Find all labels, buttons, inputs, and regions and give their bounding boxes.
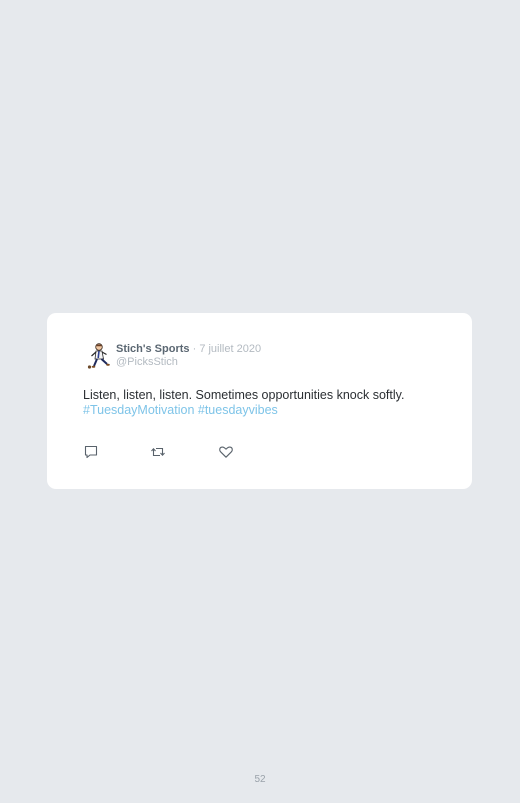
like-button[interactable] (218, 444, 234, 460)
tweet-date[interactable]: 7 juillet 2020 (199, 343, 261, 355)
author-name[interactable]: Stich's Sports (116, 343, 190, 355)
avatar[interactable] (86, 342, 114, 370)
tweet-body: Listen, listen, listen. Sometimes opport… (83, 388, 463, 418)
separator: · (189, 343, 200, 355)
author-handle[interactable]: @PicksStich (116, 356, 178, 369)
page-number: 52 (254, 774, 266, 785)
heart-icon (219, 446, 233, 458)
tweet-text: Listen, listen, listen. Sometimes opport… (83, 388, 405, 402)
tweet-hashtags[interactable]: #TuesdayMotivation #tuesdayvibes (83, 403, 463, 418)
retweet-icon (151, 447, 165, 457)
retweet-button[interactable] (150, 444, 166, 460)
cartoon-character-icon (87, 343, 110, 369)
author-line: Stich's Sports · 7 juillet 2020 (116, 343, 261, 356)
tweet-card: Stich's Sports · 7 juillet 2020 @PicksSt… (47, 313, 472, 489)
reply-icon (84, 445, 98, 459)
reply-button[interactable] (83, 444, 99, 460)
